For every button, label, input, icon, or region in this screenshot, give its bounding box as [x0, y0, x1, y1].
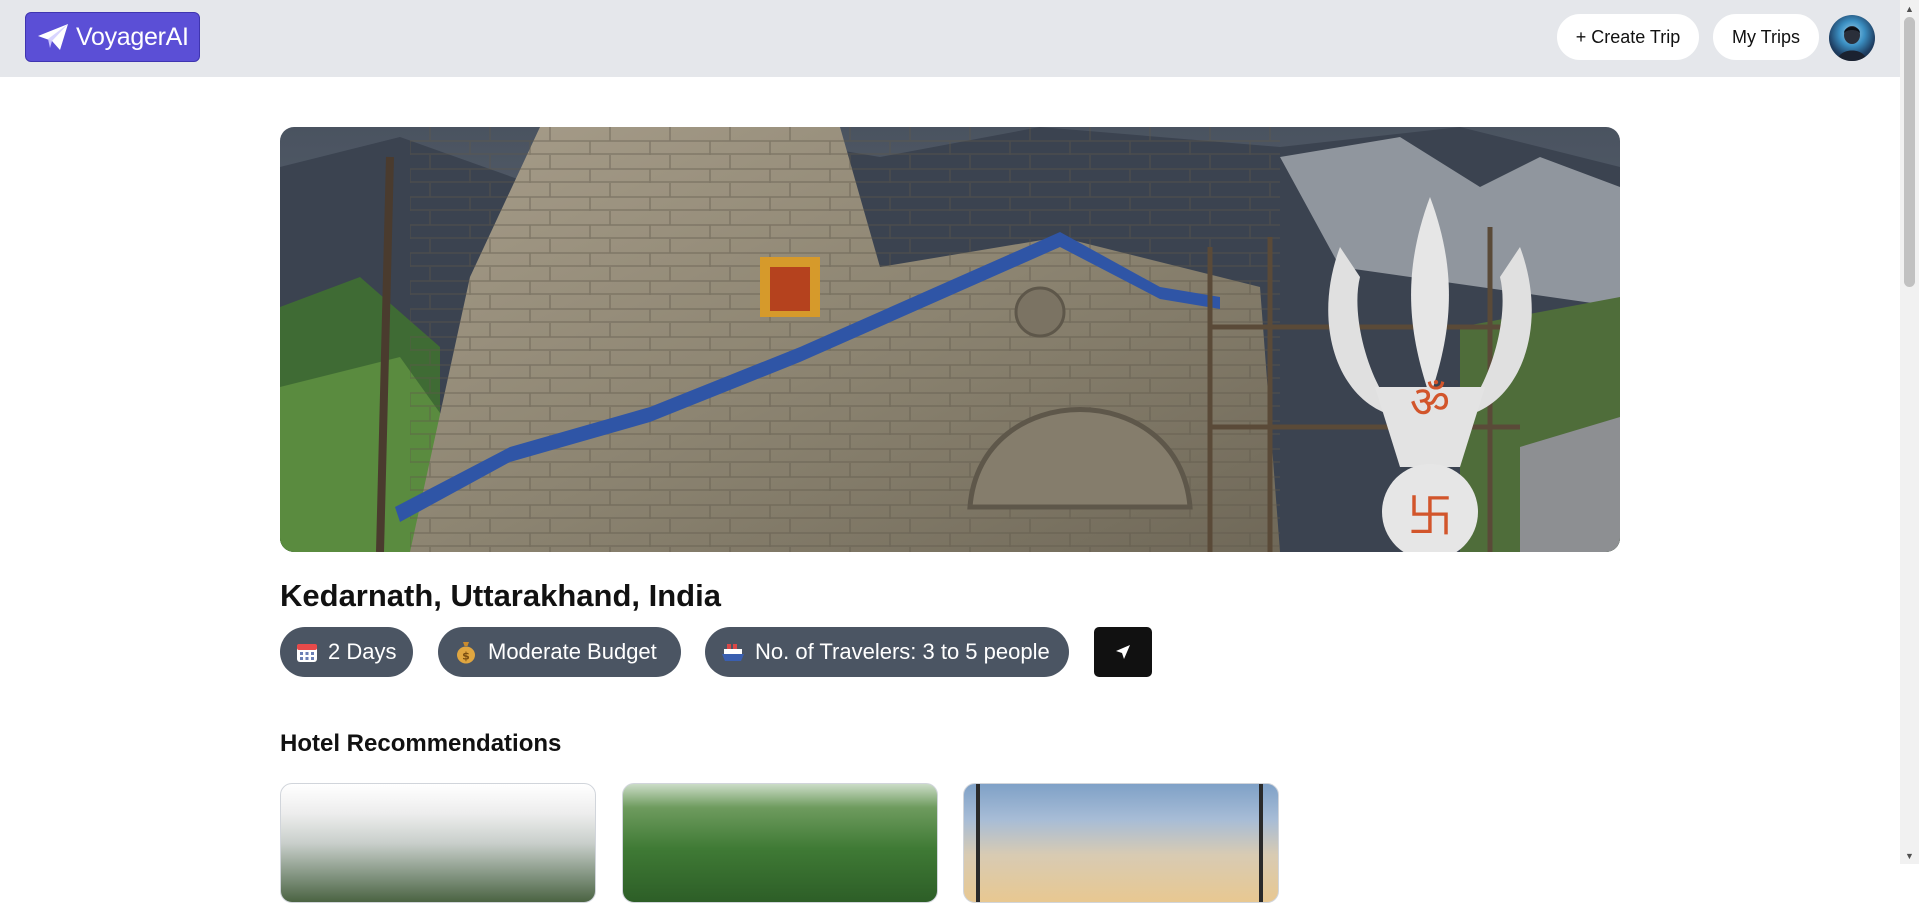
svg-text:卐: 卐 — [1407, 489, 1453, 543]
hotel-image-detail — [976, 784, 980, 902]
travelers-label: No. of Travelers: 3 to 5 people — [755, 639, 1050, 664]
scroll-down-arrow-icon[interactable]: ▼ — [1900, 847, 1919, 864]
create-trip-button[interactable]: + Create Trip — [1556, 13, 1700, 61]
brand-logo[interactable]: VoyagerAI — [25, 12, 200, 62]
hotel-recommendations-title: Hotel Recommendations — [280, 730, 562, 757]
svg-text:ॐ: ॐ — [1410, 377, 1450, 428]
hotel-image-detail — [1259, 784, 1263, 902]
days-label: 2 Days — [328, 639, 397, 664]
avatar-image — [1837, 26, 1867, 61]
page-scrollbar[interactable]: ▲ ▼ — [1900, 0, 1919, 864]
paper-plane-icon — [38, 24, 68, 50]
ship-icon — [721, 640, 745, 664]
user-avatar[interactable] — [1829, 15, 1875, 61]
travelers-chip: No. of Travelers: 3 to 5 people — [705, 627, 1069, 677]
budget-chip: $ Moderate Budget — [438, 627, 681, 677]
hotel-card[interactable] — [622, 783, 938, 903]
calendar-icon — [296, 640, 318, 664]
days-chip: 2 Days — [280, 627, 413, 677]
budget-label: Moderate Budget — [488, 639, 657, 664]
my-trips-button[interactable]: My Trips — [1712, 13, 1820, 61]
top-navbar: VoyagerAI + Create Trip My Trips — [0, 0, 1900, 77]
destination-title: Kedarnath, Uttarakhand, India — [280, 578, 721, 613]
send-icon — [1116, 645, 1130, 659]
share-trip-button[interactable] — [1094, 627, 1152, 677]
scroll-up-arrow-icon[interactable]: ▲ — [1900, 0, 1919, 17]
hotel-card[interactable] — [963, 783, 1279, 903]
money-bag-icon: $ — [454, 640, 478, 664]
scrollbar-thumb[interactable] — [1904, 17, 1915, 287]
destination-hero-image: ॐ 卐 — [280, 127, 1620, 552]
svg-text:$: $ — [462, 650, 470, 663]
brand-name: VoyagerAI — [76, 22, 189, 51]
hotel-card[interactable] — [280, 783, 596, 903]
